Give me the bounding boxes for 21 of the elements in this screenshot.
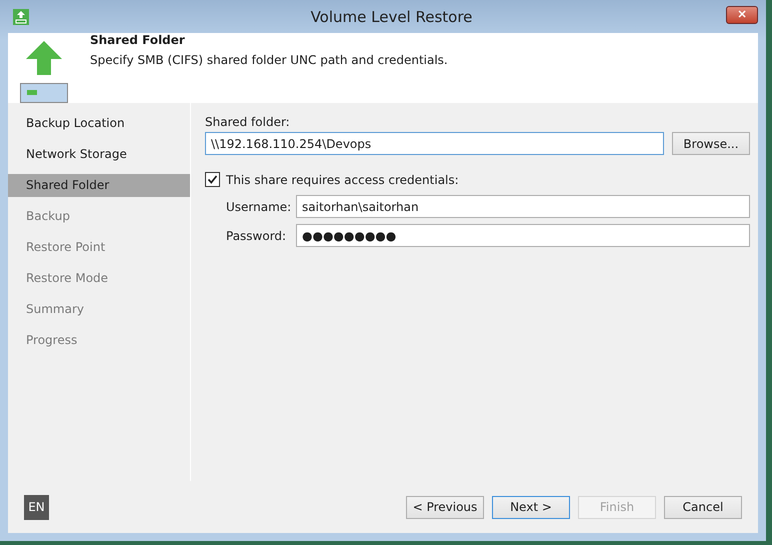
shared-folder-field[interactable]: \\192.168.110.254\Devops <box>205 132 664 155</box>
username-label: Username: <box>226 200 292 214</box>
credentials-label: This share requires access credentials: <box>226 172 459 186</box>
language-badge[interactable]: EN <box>24 494 49 520</box>
password-field[interactable]: ●●●●●●●●● <box>296 224 750 247</box>
sidebar-item[interactable]: Backup Location <box>8 112 190 135</box>
shared-folder-label: Shared folder: <box>205 115 291 129</box>
password-label: Password: <box>226 228 288 242</box>
wizard-button[interactable]: Next > <box>492 496 570 518</box>
app-icon <box>13 8 29 24</box>
page-description: Specify SMB (CIFS) shared folder UNC path and credentials. <box>90 53 448 67</box>
username-field[interactable]: saitorhan\saitorhan <box>296 195 750 218</box>
window-title: Volume Level Restore <box>310 8 474 26</box>
wizard-button[interactable]: < Previous <box>406 496 484 518</box>
sidebar-item[interactable]: Network Storage <box>8 143 190 166</box>
upload-drive-icon <box>20 41 68 103</box>
wizard-button[interactable]: Cancel <box>664 496 742 518</box>
browse-button[interactable]: Browse... <box>672 132 750 155</box>
credentials-checkbox[interactable] <box>205 172 220 187</box>
sidebar-item[interactable]: Shared Folder <box>8 174 190 197</box>
page-title: Shared Folder <box>90 33 186 47</box>
